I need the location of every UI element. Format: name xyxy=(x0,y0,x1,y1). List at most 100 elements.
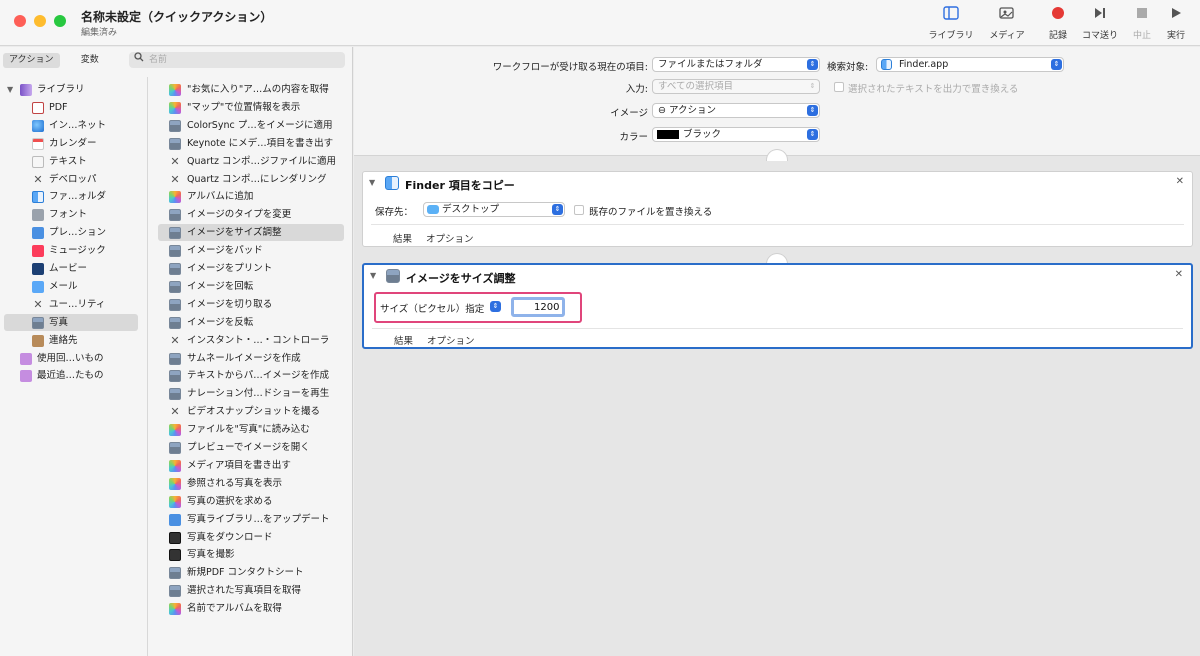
results-button[interactable]: 結果 xyxy=(394,333,413,347)
minimize-window-button[interactable] xyxy=(34,15,46,27)
results-button[interactable]: 結果 xyxy=(393,231,412,245)
action-list-item[interactable]: "マップ"で位置情報を表示 xyxy=(158,99,344,116)
action-list-item[interactable]: ✕ Quartz コンポ…にレンダリング xyxy=(158,171,344,188)
sidebar-item-library[interactable]: 写真 xyxy=(4,313,138,331)
input-popup[interactable]: すべての選択項目 ⇕ xyxy=(652,79,820,94)
sidebar-item-library[interactable]: 使用回…いもの xyxy=(4,350,138,367)
action-list-item[interactable]: サムネールイメージを作成 xyxy=(158,350,344,367)
action-list-item[interactable]: Keynote にメデ…項目を書き出す xyxy=(158,135,344,152)
action-list-item[interactable]: 新規PDF コンタクトシート xyxy=(158,564,344,581)
action-list-item[interactable]: 写真ライブラリ…をアップデート xyxy=(158,511,344,528)
run-toolbar-button[interactable]: 実行 xyxy=(1148,6,1200,44)
destination-popup[interactable]: デスクトップ ⇕ xyxy=(423,202,565,217)
replace-existing-checkbox[interactable] xyxy=(574,205,584,215)
action-list-item[interactable]: イメージをプリント xyxy=(158,260,344,277)
sidebar-item-library[interactable]: 連絡先 xyxy=(4,332,138,349)
tab-actions[interactable]: アクション xyxy=(3,53,60,68)
action-list-item[interactable]: ✕ ビデオスナップショットを撮る xyxy=(158,403,344,420)
close-icon[interactable]: ✕ xyxy=(1175,269,1183,280)
sidebar-item-library[interactable]: カレンダー xyxy=(4,135,138,152)
action-list-item[interactable]: メディア項目を書き出す xyxy=(158,457,344,474)
action-list-item[interactable]: ファイルを"写真"に読み込む xyxy=(158,421,344,438)
action-list-item[interactable]: イメージを回転 xyxy=(158,278,344,295)
action-list-item[interactable]: ✕ Quartz コンポ…ジファイルに適用 xyxy=(158,153,344,170)
receives-label: ワークフローが受け取る現在の項目: xyxy=(492,62,648,73)
sidebar-item-library[interactable]: ✕ デベロッパ xyxy=(4,171,138,188)
sidebar-item-library[interactable]: イン…ネット xyxy=(4,117,138,134)
image-icon xyxy=(169,137,181,150)
sidebar-item-label: デベロッパ xyxy=(49,173,97,185)
sidebar-item-library[interactable]: フォント xyxy=(4,206,138,223)
options-button[interactable]: オプション xyxy=(426,231,474,245)
action-list-item[interactable]: 選択された写真項目を取得 xyxy=(158,582,344,599)
text-icon xyxy=(32,155,44,168)
replace-existing-label: 既存のファイルを置き換える xyxy=(589,207,713,218)
tools-icon: ✕ xyxy=(170,154,180,168)
action-list-item[interactable]: イメージを切り取る xyxy=(158,296,344,313)
action-list-item[interactable]: イメージをサイズ調整 xyxy=(158,224,344,242)
action-card-scale-images[interactable]: ▼ イメージをサイズ調整 ✕ サイズ（ピクセル）指定 ⇕ 結果 オプション xyxy=(362,263,1193,349)
sidebar-item-library[interactable]: ✕ ユー…リティ xyxy=(4,296,138,313)
action-label: インスタント・…・コントローラ xyxy=(187,334,330,346)
popup-arrows-icon: ⇕ xyxy=(807,129,818,140)
search-input[interactable] xyxy=(149,53,339,67)
action-list-item[interactable]: ColorSync プ…をイメージに適用 xyxy=(158,117,344,134)
action-list-item[interactable]: プレビューでイメージを開く xyxy=(158,439,344,456)
action-list-item[interactable]: 写真をダウンロード xyxy=(158,529,344,546)
color-popup[interactable]: ブラック ⇕ xyxy=(652,127,820,142)
tab-variables[interactable]: 変数 xyxy=(75,53,105,68)
action-label: 名前でアルバムを取得 xyxy=(187,603,282,615)
sidebar-item-library[interactable]: ミュージック xyxy=(4,242,138,259)
options-button[interactable]: オプション xyxy=(427,333,475,347)
zoom-window-button[interactable] xyxy=(54,15,66,27)
size-pixels-input[interactable] xyxy=(511,297,565,317)
media-toolbar-button[interactable]: メディア xyxy=(979,6,1035,44)
sidebar-item-library[interactable]: 最近追…たもの xyxy=(4,367,138,384)
action-label: 写真を撮影 xyxy=(187,549,235,561)
sidebar-item-library[interactable]: ファ…ォルダ xyxy=(4,188,138,205)
card-divider xyxy=(371,224,1184,225)
action-card-copy-finder-items[interactable]: ▼ Finder 項目をコピー ✕ 保存先： デスクトップ ⇕ 既存のファイルを… xyxy=(362,171,1193,247)
action-list-item[interactable]: 参照される写真を表示 xyxy=(158,475,344,492)
action-label: 新規PDF コンタクトシート xyxy=(187,567,304,579)
collapse-chevron-icon[interactable]: ▼ xyxy=(370,271,376,280)
receives-popup[interactable]: ファイルまたはフォルダ ⇕ xyxy=(652,57,820,72)
action-label: 写真ライブラリ…をアップデート xyxy=(187,513,330,525)
action-list-item[interactable]: イメージを反転 xyxy=(158,314,344,331)
finder-icon xyxy=(32,191,44,204)
action-list-item[interactable]: 名前でアルバムを取得 xyxy=(158,600,344,617)
action-list-item[interactable]: イメージをパッド xyxy=(158,242,344,259)
camera-icon xyxy=(169,531,181,544)
output-replace-checkbox[interactable] xyxy=(834,82,844,92)
sidebar-item-label: カレンダー xyxy=(49,137,97,149)
library-list: ▼ ライブラリ PDF イン…ネットカレンダーテキスト ✕ デベロッパ ファ…ォルダ フォント… xyxy=(0,77,148,656)
sidebar-item-library[interactable]: ▼ ライブラリ xyxy=(4,81,138,98)
action-label: 選択された写真項目を取得 xyxy=(187,585,302,597)
action-list-item[interactable]: イメージのタイプを変更 xyxy=(158,206,344,223)
action-list-item[interactable]: 写真を撮影 xyxy=(158,546,344,563)
disclosure-chevron-icon[interactable]: ▼ xyxy=(7,81,13,98)
window-subtitle: 編集済み xyxy=(81,28,118,38)
sidebar-item-library[interactable]: メール xyxy=(4,278,138,295)
collapse-chevron-icon[interactable]: ▼ xyxy=(369,178,375,187)
sidebar-item-library[interactable]: テキスト xyxy=(4,153,138,170)
action-list-item[interactable]: "お気に入り"ア…ムの内容を取得 xyxy=(158,81,344,98)
action-label: ナレーション付…ドショーを再生 xyxy=(187,388,330,400)
action-list-item[interactable]: ✕ インスタント・…・コントローラ xyxy=(158,332,344,349)
library-toolbar-button[interactable]: ライブラリ xyxy=(923,6,979,44)
action-label: メディア項目を書き出す xyxy=(187,459,291,471)
search-target-popup[interactable]: Finder.app ⇕ xyxy=(876,57,1064,72)
image-icon xyxy=(169,585,181,598)
close-window-button[interactable] xyxy=(14,15,26,27)
action-list-item[interactable]: ナレーション付…ドショーを再生 xyxy=(158,385,344,402)
size-mode-popup-icon[interactable]: ⇕ xyxy=(490,301,501,312)
close-icon[interactable]: ✕ xyxy=(1176,176,1184,187)
sidebar-item-library[interactable]: ムービー xyxy=(4,260,138,277)
image-value: ⊖ アクション xyxy=(658,105,717,116)
action-list-item[interactable]: テキストからパ…イメージを作成 xyxy=(158,367,344,384)
sidebar-item-library[interactable]: PDF xyxy=(4,99,138,116)
image-popup[interactable]: ⊖ アクション ⇕ xyxy=(652,103,820,118)
action-list-item[interactable]: 写真の選択を求める xyxy=(158,493,344,510)
action-list-item[interactable]: アルバムに追加 xyxy=(158,188,344,205)
sidebar-item-library[interactable]: プレ…ション xyxy=(4,224,138,241)
